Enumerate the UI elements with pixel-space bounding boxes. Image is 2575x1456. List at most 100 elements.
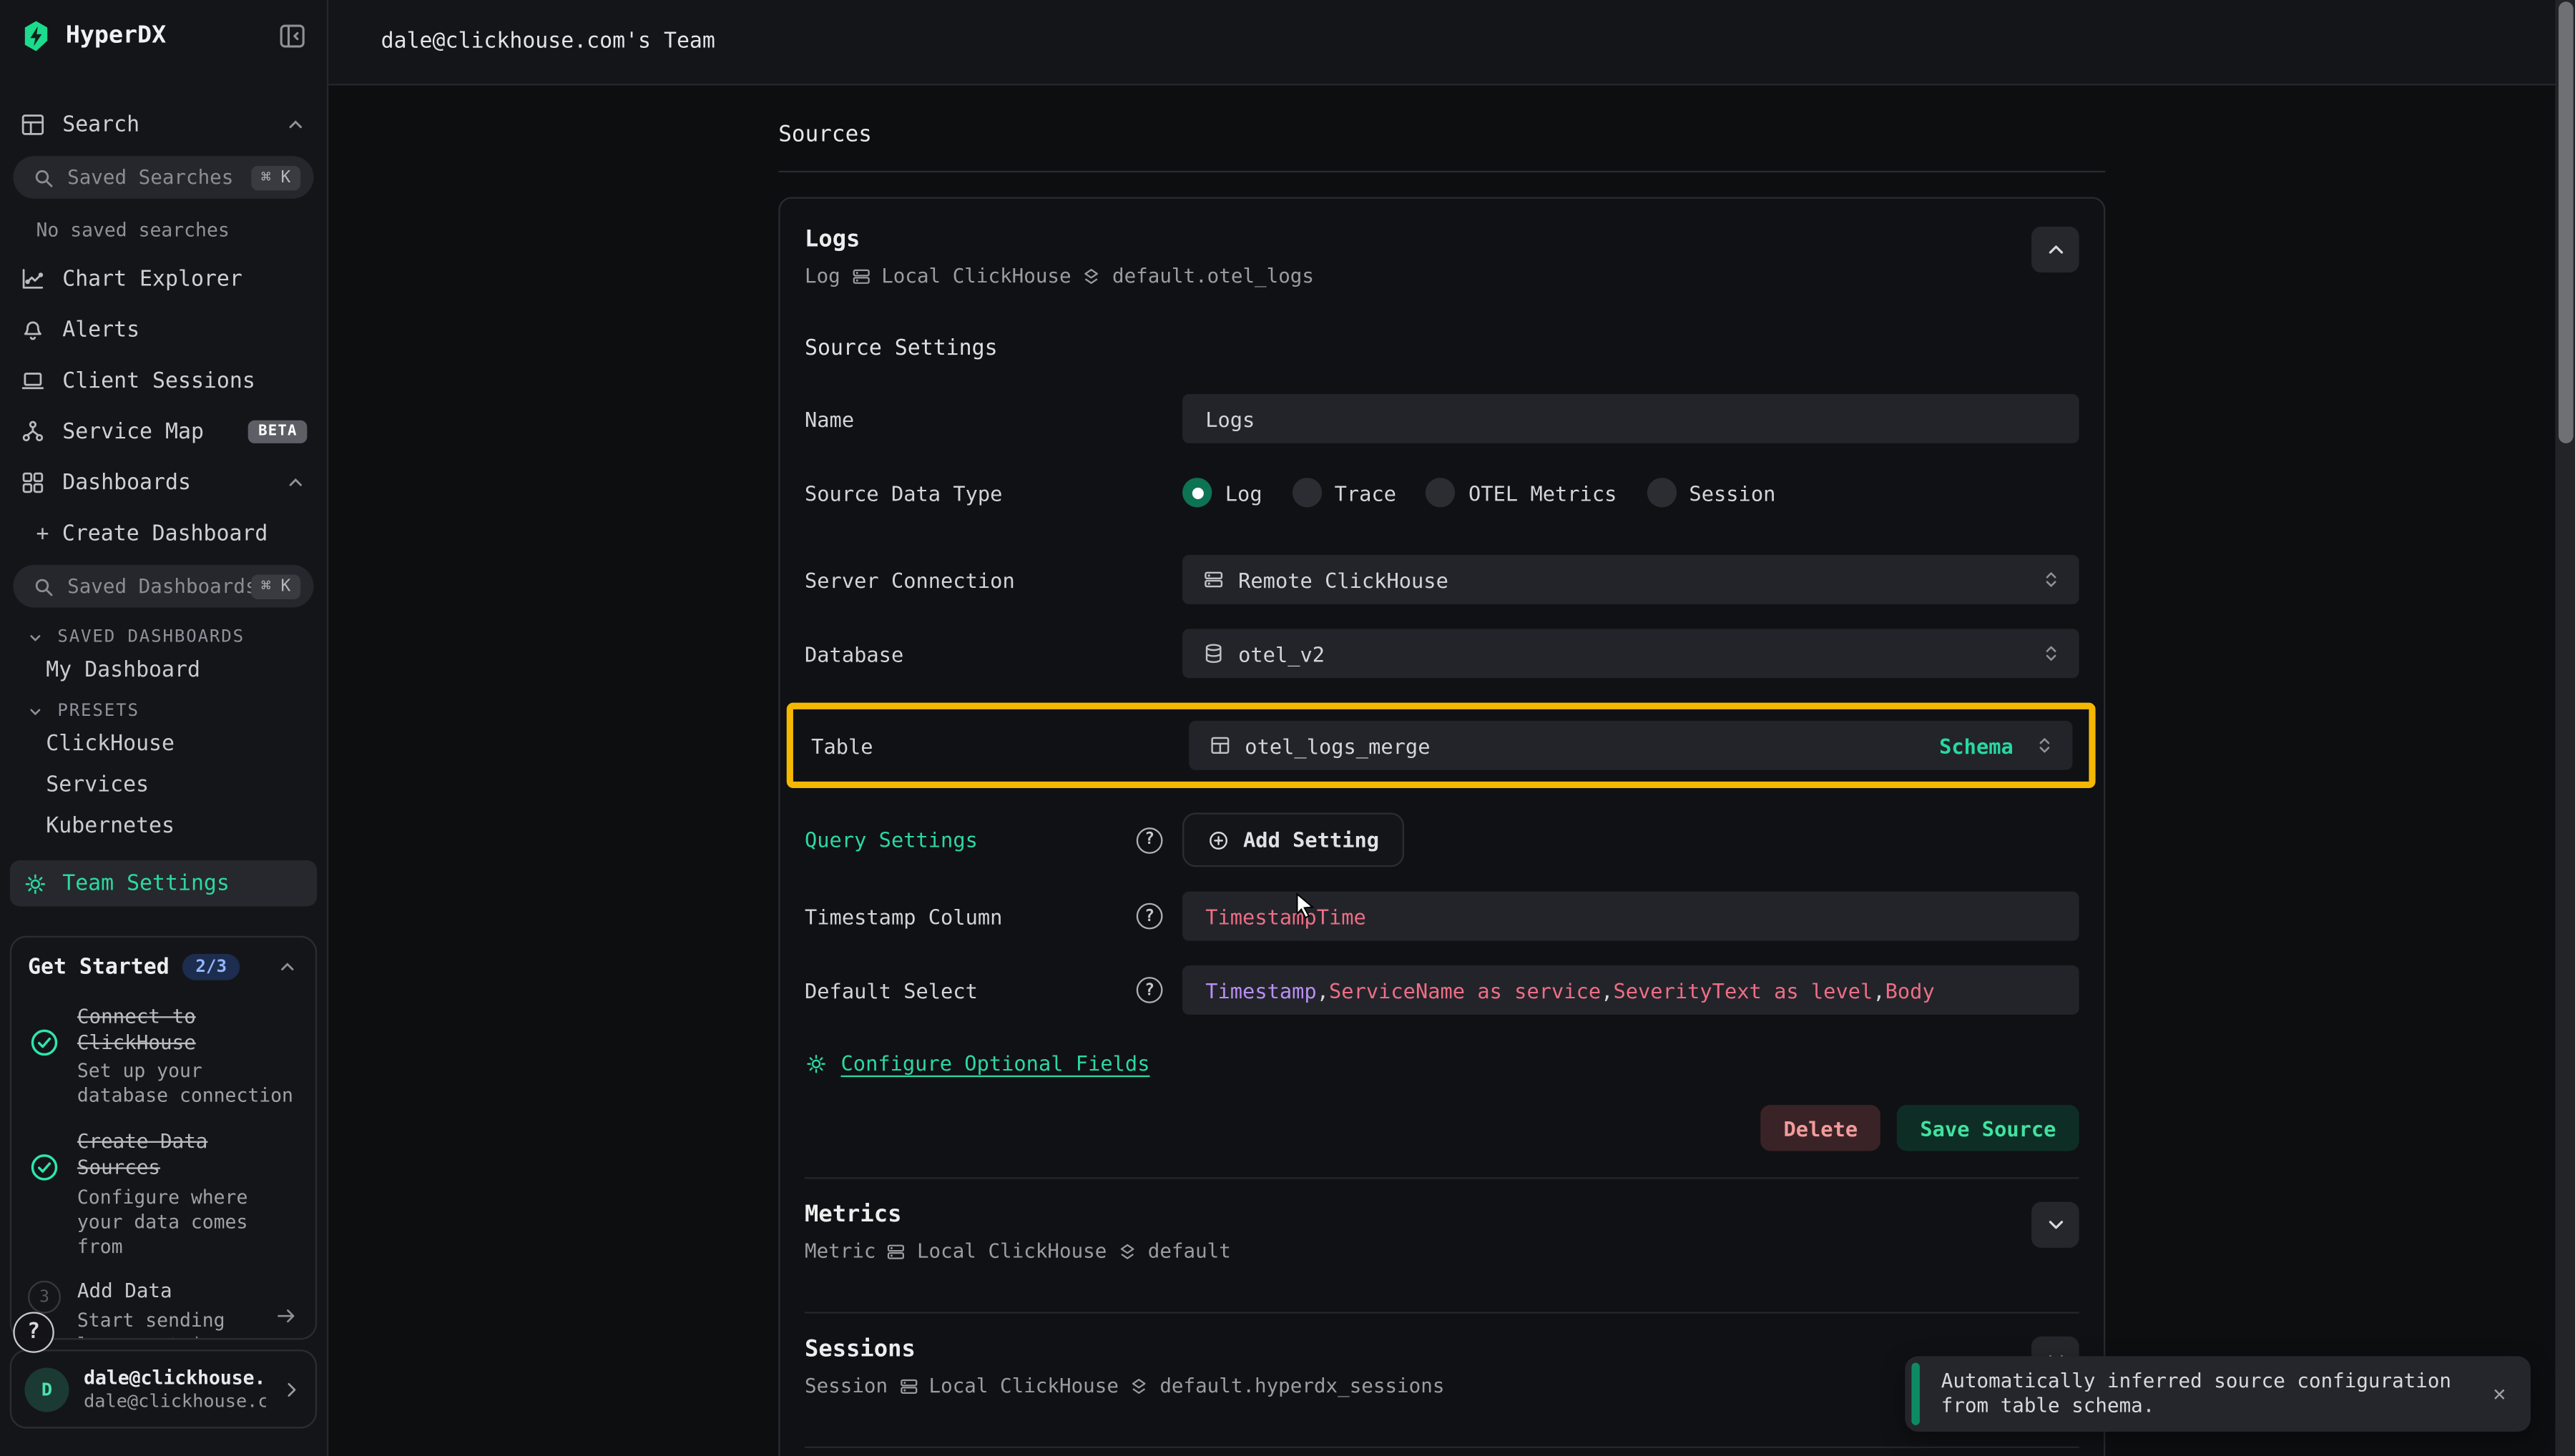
sidebar-item-client-sessions[interactable]: Client Sessions [0,361,327,400]
chevron-up-icon[interactable] [284,113,307,136]
step-number-badge: 3 [28,1282,61,1314]
schema-link[interactable]: Schema [1939,733,2014,757]
question-circle-icon[interactable]: ? [1137,977,1163,1003]
user-menu[interactable]: D dale@clickhouse.… dale@clickhouse.c… [10,1349,317,1428]
sidebar-item-alerts[interactable]: Alerts [0,310,327,350]
saved-searches-input[interactable]: Saved Searches ⌘ K [13,156,313,199]
table-row-highlight: Table otel_logs_merge Schema [787,703,2096,788]
sidebar-item-kubernetes[interactable]: Kubernetes [0,806,327,847]
question-circle-icon[interactable]: ? [1137,827,1163,853]
sidebar-item-team-settings[interactable]: Team Settings [10,860,317,906]
laptop-icon [20,368,46,394]
timestamp-column-input[interactable]: TimestampTime [1182,892,2079,941]
get-started-step-1[interactable]: Connect to ClickHouse Set up your databa… [11,987,315,1112]
chevron-up-icon [2044,238,2066,261]
main-content: Sources Logs Log Local ClickHouse defaul… [328,85,2575,1456]
toast-message: Automatically inferred source configurat… [1941,1369,2481,1420]
chevron-down-icon [26,628,44,646]
get-started-step-2[interactable]: Create Data Sources Configure where your… [11,1112,315,1261]
timestamp-column-row: Timestamp Column ? TimestampTime [805,892,2079,941]
search-section-icon [20,112,46,138]
radio-log[interactable]: Log [1182,478,1262,507]
timestamp-column-label: Timestamp Column [805,904,1002,928]
name-input[interactable]: Logs [1182,394,2079,443]
toast-notification: Automatically inferred source configurat… [1905,1356,2531,1432]
scrollbar-thumb[interactable] [2558,1,2573,443]
radio-trace[interactable]: Trace [1292,478,1396,507]
delete-button[interactable]: Delete [1760,1105,1880,1151]
metrics-title: Metrics [805,1202,2031,1229]
saved-dashboards-caption[interactable]: SAVED DASHBOARDS [0,617,327,650]
page-title: Sources [778,85,2105,170]
presets-caption[interactable]: PRESETS [0,692,327,724]
server-icon [886,1241,907,1262]
table-ref-text: default [1148,1239,1231,1262]
help-button[interactable]: ? [13,1312,54,1352]
chevron-down-icon [26,702,44,720]
database-label: Database [805,641,903,666]
chevron-up-icon[interactable] [284,471,307,494]
layers-icon [1081,265,1102,287]
toast-accent-bar [1911,1363,1919,1425]
step-desc: Configure where your data comes from [77,1185,299,1259]
form-actions: Delete Save Source [805,1105,2079,1151]
step-title: Create Data Sources [77,1128,299,1181]
plus-circle-icon [1207,828,1230,851]
database-row: Database otel_v2 [805,629,2079,678]
metrics-section: Metrics Metric Local ClickHouse default [805,1177,2079,1286]
radio-dot [1426,478,1455,507]
question-circle-icon[interactable]: ? [1137,903,1163,930]
source-type-text: Metric [805,1239,876,1262]
name-field-row: Name Logs [805,394,2079,443]
connection-text: Local ClickHouse [881,265,1071,287]
sources-card: Logs Log Local ClickHouse default.otel_l… [778,197,2105,1456]
step-desc: Set up your database connection [77,1060,299,1109]
get-started-step-3[interactable]: 3 Add Data Start sending logs, metrics, … [11,1261,315,1339]
traces-section: Traces Trace Remote ClickHouse otel_v2.o… [805,1447,2079,1456]
server-icon [898,1375,919,1397]
collapse-sidebar-icon[interactable] [278,21,307,51]
close-icon[interactable]: ✕ [2481,1376,2518,1412]
app-root: HyperDX Search Saved Searches ⌘ K No sav… [0,0,2575,1456]
radio-session[interactable]: Session [1647,478,1776,507]
save-source-button[interactable]: Save Source [1897,1105,2079,1151]
kbd-shortcut: ⌘ K [251,165,300,190]
expand-metrics-button[interactable] [2031,1202,2079,1248]
logs-title: Logs [805,227,2031,253]
saved-dashboards-input[interactable]: Saved Dashboards ⌘ K [13,565,313,608]
add-setting-button[interactable]: Add Setting [1182,812,1403,867]
sidebar-item-my-dashboard[interactable]: My Dashboard [0,650,327,691]
scrollbar-track[interactable] [2555,0,2575,1456]
select-chevrons-icon [2040,568,2063,591]
kbd-shortcut: ⌘ K [251,574,300,598]
hyperdx-logo-icon [20,20,53,53]
source-data-type-radios: Log Trace OTEL Metrics Session [1182,468,2079,517]
default-select-input[interactable]: Timestamp, ServiceName as service, Sever… [1182,965,2079,1015]
server-connection-select[interactable]: Remote ClickHouse [1182,555,2079,604]
create-dashboard-button[interactable]: + Create Dashboard [0,516,327,552]
database-select[interactable]: otel_v2 [1182,629,2079,678]
sidebar-item-search[interactable]: Search [0,105,327,144]
server-icon [850,265,872,287]
name-label: Name [805,406,854,431]
source-settings-heading: Source Settings [805,337,2079,361]
user-name: dale@clickhouse.… [84,1366,266,1389]
check-circle-icon [28,1151,61,1184]
no-saved-searches-text: No saved searches [0,209,327,248]
sidebar-item-clickhouse[interactable]: ClickHouse [0,724,327,765]
radio-otel-metrics[interactable]: OTEL Metrics [1426,478,1617,507]
connection-text: Local ClickHouse [917,1239,1107,1262]
step-desc: Start sending logs, metrics, or traces [77,1308,258,1339]
table-select[interactable]: otel_logs_merge Schema [1189,721,2072,770]
sidebar-item-services[interactable]: Services [0,765,327,806]
get-started-header[interactable]: Get Started 2/3 [11,938,315,987]
collapse-logs-button[interactable] [2031,227,2079,272]
source-type-text: Log [805,265,840,287]
sidebar-item-chart-explorer[interactable]: Chart Explorer [0,260,327,299]
chevron-up-icon[interactable] [276,955,299,978]
configure-optional-fields[interactable]: Configure Optional Fields [805,1051,2079,1075]
sidebar-item-dashboards[interactable]: Dashboards [0,463,327,502]
select-chevrons-icon [2033,734,2056,757]
saved-searches-placeholder: Saved Searches [67,166,251,189]
sidebar-item-service-map[interactable]: Service Map BETA [0,412,327,451]
